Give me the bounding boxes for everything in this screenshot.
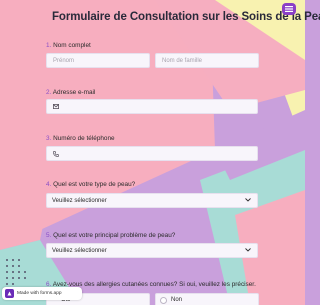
field-number: 4.	[46, 181, 52, 188]
field-number: 2.	[46, 89, 52, 96]
field-number: 5.	[46, 232, 52, 239]
field-label-skin-type: 4. Quel est votre type de peau?	[46, 181, 135, 188]
field-label-text: Numéro de téléphone	[53, 135, 115, 142]
chevron-down-icon	[245, 197, 251, 204]
allergy-no-label: Non	[171, 297, 183, 303]
forms-app-logo-icon	[5, 289, 14, 298]
field-label-text: Avez-vous des allergies cutanées connues…	[52, 281, 256, 288]
field-label-text: Adresse e-mail	[52, 89, 96, 96]
radio-circle[interactable]	[160, 296, 167, 304]
skin-type-select[interactable]: Veuillez sélectionner	[46, 193, 258, 208]
field-number: 1.	[46, 42, 52, 49]
first-name-input[interactable]: Prénom	[46, 53, 150, 68]
field-label-text: Quel est votre principal problème de pea…	[53, 232, 176, 239]
form-title: Formulaire de Consultation sur les Soins…	[52, 11, 320, 23]
menu-icon[interactable]	[282, 3, 296, 15]
phone-icon	[53, 150, 59, 157]
field-label-skin-problem: 5. Quel est votre principal problème de …	[46, 232, 175, 239]
field-label-text: Nom complet	[53, 42, 91, 49]
field-label-full-name: 1. Nom complet	[46, 42, 91, 49]
last-name-placeholder: Nom de famille	[162, 57, 203, 64]
skin-type-value: Veuillez sélectionner	[52, 197, 107, 204]
skin-problem-select[interactable]: Veuillez sélectionner	[46, 243, 258, 258]
skin-problem-value: Veuillez sélectionner	[52, 247, 107, 254]
envelope-icon	[53, 104, 59, 109]
phone-input[interactable]	[46, 146, 258, 161]
badge-text: Made with forms.app	[17, 291, 62, 296]
field-label-phone: 3. Numéro de téléphone	[46, 135, 115, 142]
first-name-placeholder: Prénom	[53, 57, 75, 64]
email-input[interactable]	[46, 99, 258, 114]
chevron-down-icon	[245, 247, 251, 254]
field-label-email: 2. Adresse e-mail	[46, 89, 95, 96]
allergy-no-option[interactable]: Non	[155, 293, 259, 305]
consultation-form: Formulaire de Consultation sur les Soins…	[0, 0, 320, 305]
last-name-input[interactable]: Nom de famille	[155, 53, 259, 68]
field-number: 3.	[46, 135, 52, 142]
made-with-badge[interactable]: Made with forms.app	[2, 287, 82, 300]
field-label-text: Quel est votre type de peau?	[53, 181, 136, 188]
